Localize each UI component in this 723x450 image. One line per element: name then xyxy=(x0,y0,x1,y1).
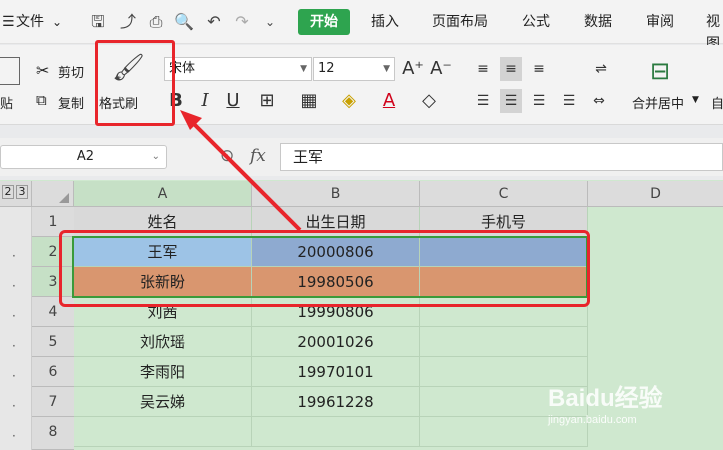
watermark-url: jingyan.baidu.com xyxy=(548,414,637,426)
watermark-brand: Baidu经验 xyxy=(548,385,663,412)
